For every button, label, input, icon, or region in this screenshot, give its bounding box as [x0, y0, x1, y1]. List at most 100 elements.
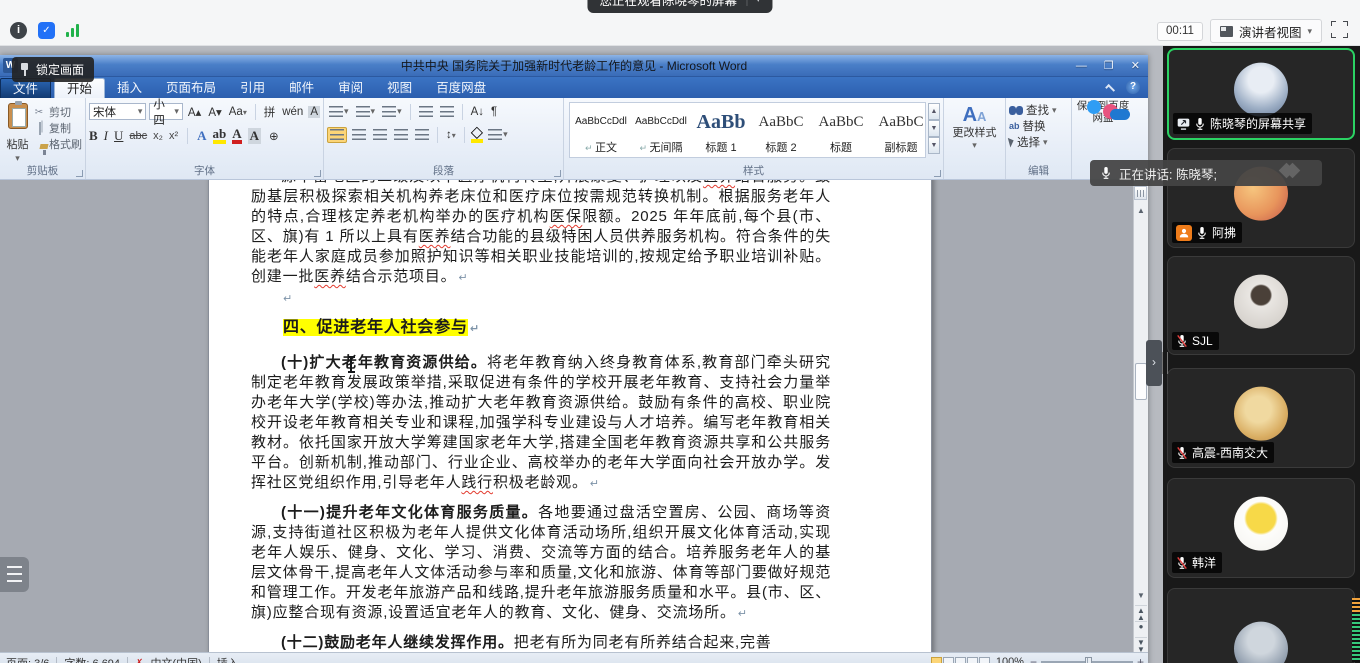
- participant-tile-0[interactable]: 陈晓琴的屏幕共享: [1167, 48, 1355, 140]
- sort-button[interactable]: A↓: [469, 106, 486, 118]
- italic-button[interactable]: I: [104, 128, 108, 144]
- tab-2[interactable]: 插入: [105, 78, 154, 98]
- share-banner[interactable]: 您正在观看陈晓琴的屏幕 ▾: [587, 0, 772, 13]
- distribute-button[interactable]: [413, 128, 431, 142]
- highlight-color-button[interactable]: ab: [213, 128, 227, 144]
- align-center-button[interactable]: [350, 128, 368, 142]
- document-page[interactable]: 源丰富地区的二级及以下医疗机构转型,开展康复、护理以及医养结合服务。鼓励基层积极…: [208, 180, 932, 652]
- dialog-launcher-icon[interactable]: [314, 170, 321, 177]
- insert-mode: 插入: [217, 655, 239, 663]
- align-left-button[interactable]: [327, 127, 347, 143]
- style-item-5[interactable]: AaBbC副标题: [872, 105, 926, 155]
- numbering-button[interactable]: ▾: [354, 105, 378, 119]
- character-border-button[interactable]: A: [308, 106, 320, 118]
- tab-4[interactable]: 引用: [228, 78, 277, 98]
- tab-6[interactable]: 审阅: [326, 78, 375, 98]
- replace-button[interactable]: ab替换: [1009, 118, 1068, 134]
- justify-button[interactable]: [392, 128, 410, 142]
- minimize-button[interactable]: —: [1076, 59, 1087, 73]
- meeting-info-icon[interactable]: i: [10, 22, 27, 39]
- style-item-0[interactable]: AaBbCcDdl↵ 正文: [572, 105, 630, 155]
- bullets-button[interactable]: ▾: [327, 105, 351, 119]
- font-family-select[interactable]: 宋体▾: [89, 103, 146, 120]
- subscript-button[interactable]: x₂: [153, 130, 163, 142]
- style-item-4[interactable]: AaBbC标题: [812, 105, 870, 155]
- member-list-handle[interactable]: [0, 557, 29, 592]
- host-icon: [1176, 225, 1192, 241]
- style-item-1[interactable]: AaBbCcDdl↵ 无间隔: [632, 105, 690, 155]
- find-button[interactable]: 查找▾: [1009, 102, 1068, 118]
- participant-tile-2[interactable]: SJL: [1167, 256, 1355, 355]
- view-shortcut-icons[interactable]: [931, 657, 990, 663]
- avatar: [1234, 274, 1288, 328]
- close-button[interactable]: ✕: [1131, 59, 1140, 73]
- characters-button[interactable]: wén: [280, 106, 305, 118]
- gallery-more-icon[interactable]: ▼: [928, 137, 940, 154]
- shared-screen-area[interactable]: W 中共中央 国务院关于加强新时代老龄工作的意见 - Microsoft Wor…: [0, 46, 1163, 663]
- grow-font-button[interactable]: A▴: [186, 105, 203, 119]
- security-shield-icon[interactable]: ✓: [38, 22, 55, 39]
- change-styles-icon: AA: [947, 104, 1002, 127]
- fullscreen-button[interactable]: [1331, 21, 1348, 38]
- network-signal-icon[interactable]: [66, 24, 79, 37]
- dialog-launcher-icon[interactable]: [554, 170, 561, 177]
- text-effects-button[interactable]: A: [197, 128, 206, 144]
- align-right-button[interactable]: [371, 128, 389, 142]
- zoom-slider[interactable]: −+: [1030, 655, 1144, 663]
- shading-button[interactable]: ◇: [471, 127, 483, 143]
- show-marks-button[interactable]: ¶: [489, 106, 499, 118]
- participant-tile-3[interactable]: 高震-西南交大: [1167, 368, 1355, 468]
- strikethrough-button[interactable]: abc: [129, 130, 147, 142]
- paste-button[interactable]: 粘贴 ▾: [3, 100, 32, 164]
- character-shading-button[interactable]: A: [248, 128, 261, 144]
- browse-object-button[interactable]: ●: [1135, 621, 1147, 636]
- gallery-down-icon[interactable]: ▼: [928, 120, 940, 137]
- dialog-launcher-icon[interactable]: [76, 170, 83, 177]
- style-item-2[interactable]: AaBb标题 1: [692, 105, 750, 155]
- pinyin-guide-button[interactable]: 拼: [262, 104, 278, 120]
- decrease-indent-button[interactable]: [417, 105, 435, 119]
- font-size-select[interactable]: 小四▾: [149, 103, 183, 120]
- change-case-button[interactable]: Aa▾: [227, 106, 249, 118]
- style-item-3[interactable]: AaBbC标题 2: [752, 105, 810, 155]
- gallery-up-icon[interactable]: ▲: [928, 103, 940, 120]
- mic-muted-icon: [1176, 446, 1188, 460]
- text-cursor: [350, 357, 352, 372]
- scroll-down-icon[interactable]: ▼: [1135, 589, 1147, 603]
- copy-button[interactable]: 复制: [32, 120, 82, 136]
- participant-tile-5[interactable]: [1167, 588, 1355, 663]
- multilevel-list-button[interactable]: ▾: [380, 105, 404, 119]
- ruler-toggle-icon[interactable]: [1134, 186, 1147, 200]
- line-spacing-button[interactable]: ↕▾: [444, 129, 458, 141]
- help-icon[interactable]: ?: [1126, 80, 1140, 94]
- zoom-slider-knob[interactable]: [1085, 657, 1092, 663]
- cut-button[interactable]: ✂剪切: [32, 104, 82, 120]
- superscript-button[interactable]: x²: [169, 130, 178, 142]
- previous-page-button[interactable]: ▲▲: [1135, 605, 1147, 620]
- participant-tile-4[interactable]: 韩洋: [1167, 478, 1355, 578]
- tab-8[interactable]: 百度网盘: [424, 78, 498, 98]
- lock-view-button[interactable]: 锁定画面: [12, 57, 94, 82]
- sidebar-collapse-handle[interactable]: ›: [1146, 340, 1162, 386]
- restore-button[interactable]: ❐: [1104, 59, 1114, 73]
- change-styles-button[interactable]: AA 更改样式▾: [944, 98, 1006, 179]
- vertical-scrollbar[interactable]: ▲ ▼ ▲▲ ● ▼▼: [1133, 180, 1148, 652]
- increase-indent-button[interactable]: [438, 105, 456, 119]
- dialog-launcher-icon[interactable]: [934, 170, 941, 177]
- bold-button[interactable]: B: [89, 128, 98, 144]
- borders-button[interactable]: ▾: [486, 128, 510, 142]
- select-button[interactable]: 选择▾: [1009, 134, 1068, 150]
- enclose-characters-button[interactable]: ⊕: [267, 129, 281, 143]
- font-color-button[interactable]: A: [232, 128, 241, 144]
- collapse-ribbon-icon[interactable]: [1105, 83, 1115, 93]
- mic-muted-icon: [1176, 334, 1188, 348]
- shrink-font-button[interactable]: A▾: [206, 105, 223, 119]
- tab-5[interactable]: 邮件: [277, 78, 326, 98]
- view-mode-button[interactable]: 演讲者视图 ▾: [1210, 19, 1322, 43]
- underline-button[interactable]: U: [114, 128, 123, 144]
- paragraph-group: ▾ ▾ ▾ A↓ ¶: [324, 98, 564, 179]
- tab-7[interactable]: 视图: [375, 78, 424, 98]
- next-page-button[interactable]: ▼▼: [1135, 637, 1147, 652]
- scroll-up-icon[interactable]: ▲: [1135, 204, 1147, 218]
- format-painter-button[interactable]: 格式刷: [32, 136, 82, 152]
